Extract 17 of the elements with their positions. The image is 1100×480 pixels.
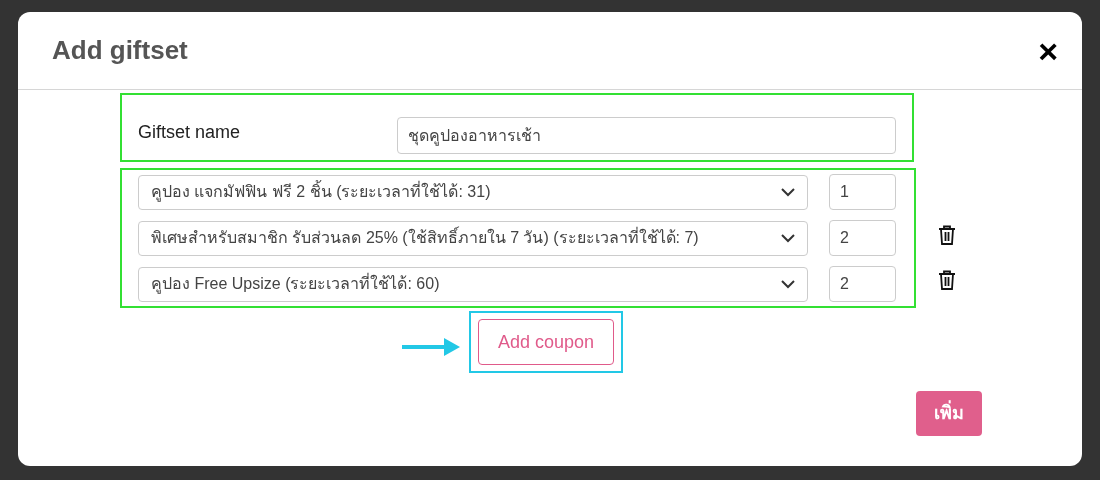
chevron-down-icon [781,187,795,197]
coupon-select[interactable]: พิเศษสำหรับสมาชิก รับส่วนลด 25% (ใช้สิทธิ์ภายใน 7 วัน) (ระยะเวลาที่ใช้ได้: 7) [138,220,808,256]
trash-icon[interactable] [938,224,956,245]
chevron-down-icon [781,279,795,289]
trash-icon[interactable] [938,269,956,290]
add-coupon-button[interactable]: Add coupon [478,319,614,365]
coupon-select[interactable]: คูปอง แจกมัฟฟิน ฟรี 2 ชิ้น (ระยะเวลาที่ใช้ได้: 31) [138,174,808,210]
dialog-title: Add giftset [52,34,188,67]
field-label: Giftset name [138,121,242,144]
coupon-select[interactable]: คูปอง Free Upsize (ระยะเวลาที่ใช้ได้: 60) [138,266,808,302]
chevron-down-icon [781,233,795,243]
arrow-icon [402,337,460,357]
quantity-field[interactable]: 1 [829,174,896,210]
close-button[interactable]: × [1038,33,1058,68]
quantity-field[interactable]: 2 [829,266,896,302]
quantity-field[interactable]: 2 [829,220,896,256]
giftset-name-field[interactable]: ชุดคูปองอาหารเช้า [397,117,896,154]
